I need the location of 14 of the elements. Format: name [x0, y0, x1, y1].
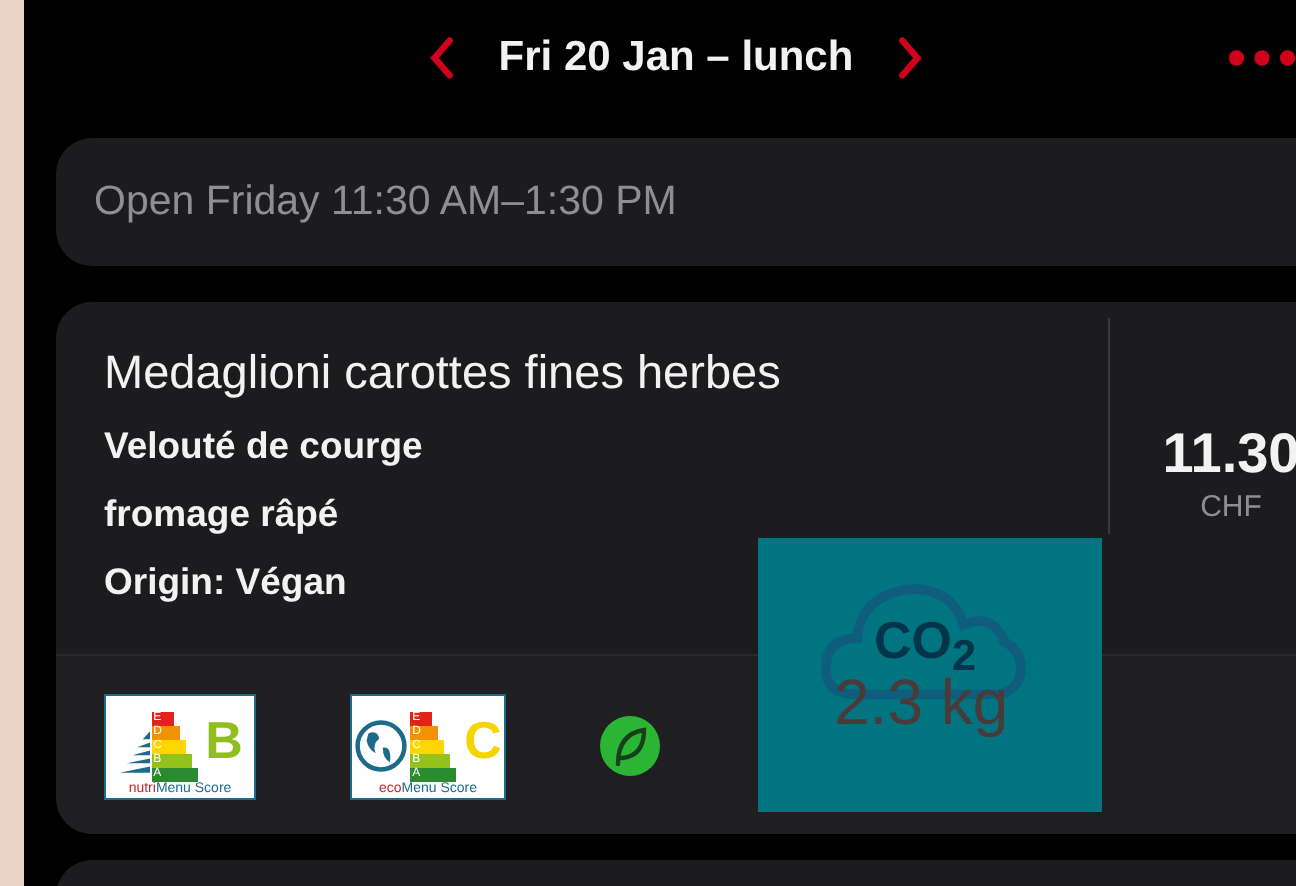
chevron-left-icon[interactable] — [428, 36, 455, 80]
chevron-right-icon[interactable] — [897, 36, 924, 80]
date-title: Fri 20 Jan – lunch — [498, 34, 854, 82]
opening-hours-text: Open Friday 11:30 AM–1:30 PM — [94, 178, 677, 226]
grade-letter: C — [464, 709, 502, 771]
dish-title: Medaglioni carottes fines herbes — [104, 346, 783, 400]
dish-detail: fromage râpé — [104, 490, 341, 538]
dish-detail: Origin: Végan — [104, 558, 349, 606]
co2-label: CO$_{2}$ — [874, 610, 977, 681]
currency: CHF — [1200, 490, 1262, 524]
dish-detail: Velouté de courge — [104, 422, 425, 470]
more-icon[interactable] — [1228, 48, 1296, 68]
grade-letter: B — [205, 709, 243, 771]
leaf-icon — [600, 716, 660, 776]
